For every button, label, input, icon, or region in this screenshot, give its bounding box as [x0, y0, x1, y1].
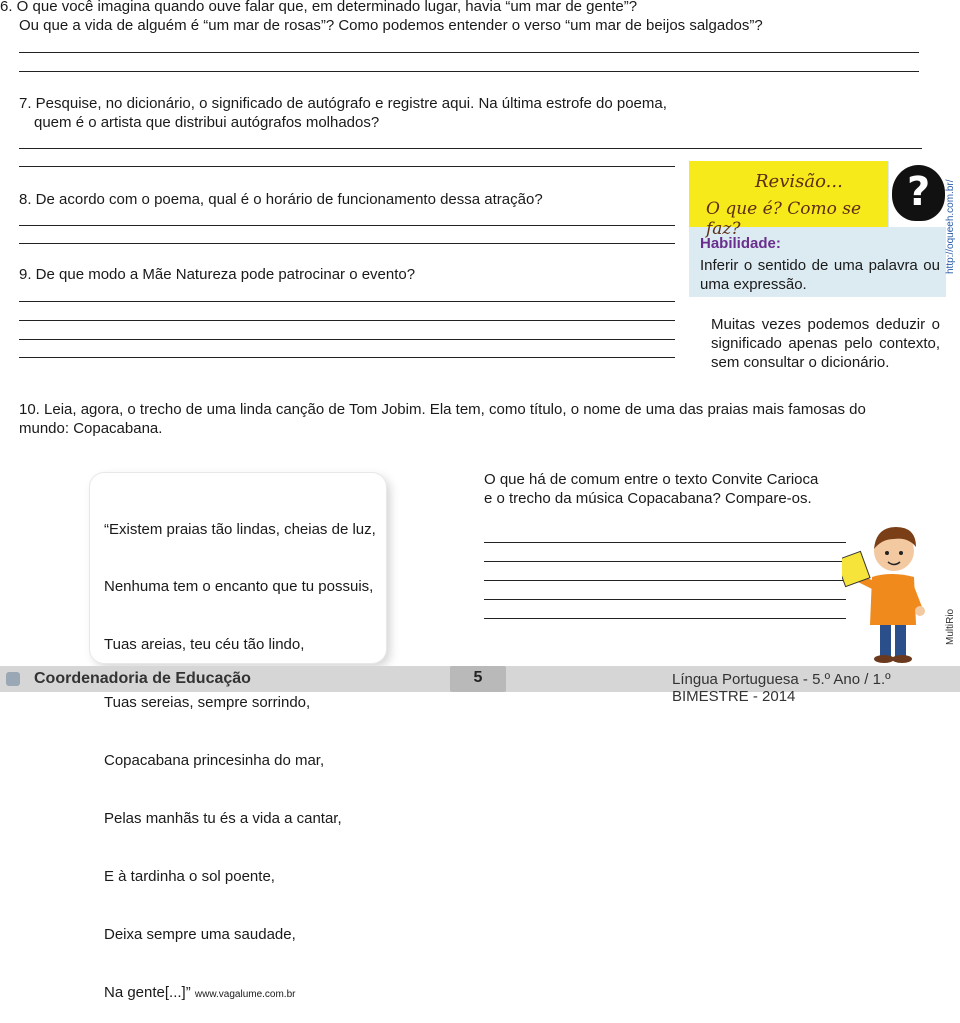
footer-organization: Coordenadoria de Educação — [34, 670, 251, 687]
answer-line — [484, 599, 846, 600]
question-6-line-1: 6. O que você imagina quando ouve falar … — [0, 0, 638, 15]
answer-line — [19, 357, 675, 358]
image-credit: http://oqueeh.com.br/ — [945, 179, 956, 274]
page-number: 5 — [473, 669, 483, 686]
question-6-line-2: Ou que a vida de alguém é “um mar de ros… — [19, 17, 763, 34]
revisao-header: Revisão... O que é? Como se faz? — [689, 161, 888, 239]
answer-line — [484, 618, 846, 619]
answer-line — [19, 339, 675, 340]
answer-line — [484, 542, 846, 543]
habilidade-text: Inferir o sentido de uma palavra ou uma … — [700, 257, 940, 293]
footer-course: Língua Portuguesa - 5.º Ano / 1.º BIMEST… — [672, 671, 891, 705]
poem-line: “Existem praias tão lindas, cheias de lu… — [104, 520, 376, 538]
answer-line — [19, 243, 675, 244]
tip-text: Muitas vezes podemos deduzir o significa… — [711, 316, 940, 371]
illustration-credit: MultiRio — [945, 608, 956, 645]
poem-line: Tuas sereias, sempre sorrindo, — [104, 694, 311, 712]
poem-text: “Existem praias tão lindas, cheias de lu… — [104, 481, 376, 1023]
question-10-line-2: mundo: Copacabana. — [19, 420, 163, 437]
page-footer: Coordenadoria de Educação 5 Língua Portu… — [0, 666, 960, 705]
revisao-title: Revisão... — [755, 171, 843, 192]
answer-line — [19, 148, 922, 149]
answer-line — [19, 301, 675, 302]
answer-line — [19, 166, 675, 167]
answer-line — [484, 561, 846, 562]
poem-line: Tuas areias, teu céu tão lindo, — [104, 636, 305, 654]
footer-marker-icon — [6, 672, 20, 686]
revisao-subtitle: O que é? Como se faz? — [706, 199, 862, 239]
answer-line — [19, 225, 675, 226]
answer-line — [484, 580, 846, 581]
poem-line: Deixa sempre uma saudade, — [104, 925, 296, 943]
answer-line — [19, 320, 675, 321]
compare-line-1: O que há de comum entre o texto Convite … — [484, 471, 819, 488]
boy-with-paper-illustration — [842, 527, 925, 663]
poem-source: www.vagalume.com.br — [194, 988, 296, 1000]
answer-line — [19, 52, 919, 53]
page-number-badge: 5 — [450, 666, 506, 692]
poem-line: Na gente[...]” — [104, 983, 191, 1001]
habilidade-label: Habilidade: — [700, 235, 781, 252]
answer-line — [19, 71, 919, 72]
poem-line: Copacabana princesinha do mar, — [104, 752, 325, 770]
poem-line: Nenhuma tem o encanto que tu possuis, — [104, 578, 374, 596]
question-mark-icon: ? — [889, 161, 946, 227]
revisao-panel: Revisão... O que é? Como se faz? ? Habil… — [689, 161, 946, 297]
question-8: 8. De acordo com o poema, qual é o horár… — [19, 191, 543, 208]
question-7-line-2: quem é o artista que distribui autógrafo… — [34, 114, 380, 131]
poem-line: E à tardinha o sol poente, — [104, 867, 275, 885]
question-9: 9. De que modo a Mãe Natureza pode patro… — [19, 266, 416, 283]
question-7-line-1: 7. Pesquise, no dicionário, o significad… — [19, 95, 667, 112]
poem-line: Pelas manhãs tu és a vida a cantar, — [104, 810, 342, 828]
question-10-line-1: 10. Leia, agora, o trecho de uma linda c… — [19, 401, 866, 418]
compare-line-2: e o trecho da música Copacabana? Compare… — [484, 490, 812, 507]
